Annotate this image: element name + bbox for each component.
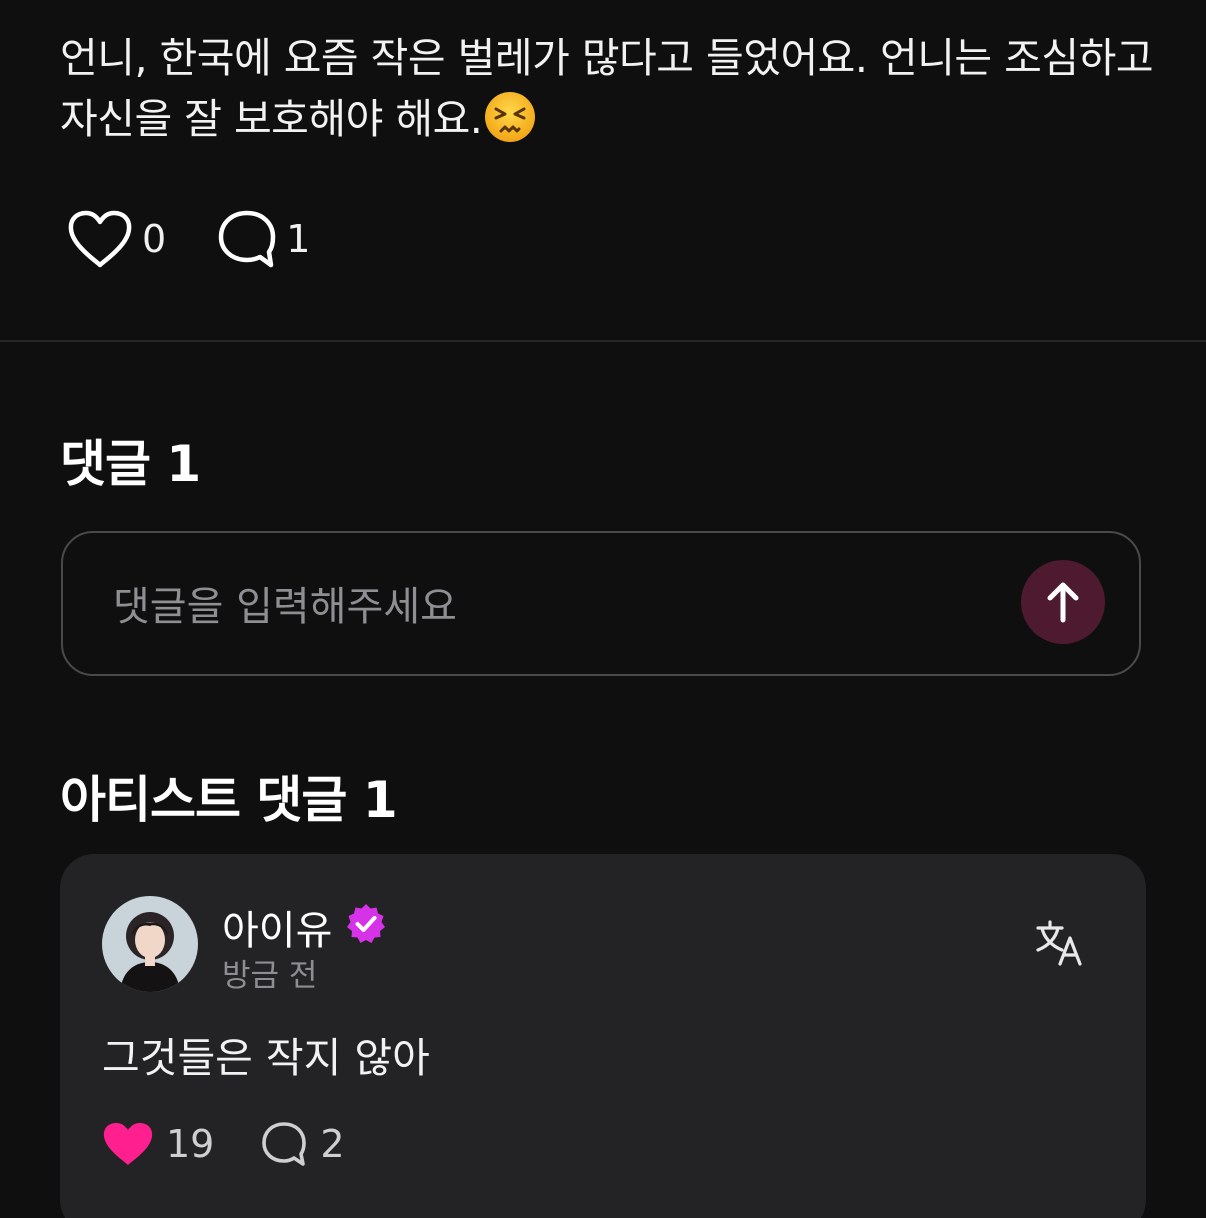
artist-reply-button[interactable]: 2 <box>260 1120 345 1168</box>
chat-bubble-icon <box>262 1122 307 1166</box>
translate-button[interactable] <box>1034 918 1086 970</box>
heart-outline-icon <box>68 210 132 268</box>
comment-input-box <box>61 531 1141 676</box>
section-divider <box>0 340 1206 342</box>
artist-comments-title: 아티스트 댓글 1 <box>60 771 398 829</box>
artist-like-count: 19 <box>166 1122 215 1166</box>
translate-icon <box>1036 920 1082 966</box>
comments-title: 댓글 1 <box>60 435 201 493</box>
post-actions: 0 1 <box>66 208 360 270</box>
avatar[interactable] <box>102 896 198 992</box>
artist-comment-text: 그것들은 작지 않아 <box>102 1034 430 1082</box>
send-button[interactable] <box>1021 560 1105 644</box>
post-text: 언니, 한국에 요즘 작은 벌레가 많다고 들었어요. 언니는 조심하고 자신을… <box>60 34 1154 143</box>
artist-name: 아이유 <box>222 908 333 954</box>
comment-count: 1 <box>286 217 311 261</box>
comment-input[interactable] <box>111 571 995 643</box>
comment-time: 방금 전 <box>222 958 318 994</box>
persevering-face-emoji <box>484 91 536 160</box>
verified-badge-icon <box>347 904 385 943</box>
arrow-up-icon <box>1047 582 1079 623</box>
comment-button[interactable]: 1 <box>216 208 310 270</box>
artist-like-button[interactable]: 19 <box>102 1121 214 1167</box>
post-body: 언니, 한국에 요즘 작은 벌레가 많다고 들었어요. 언니는 조심하고 자신을… <box>60 28 1160 160</box>
artist-comment-actions: 19 2 <box>102 1120 391 1168</box>
like-button[interactable]: 0 <box>66 209 166 269</box>
post-detail-page: 언니, 한국에 요즘 작은 벌레가 많다고 들었어요. 언니는 조심하고 자신을… <box>0 0 1206 1218</box>
like-count: 0 <box>142 217 167 261</box>
chat-bubble-icon <box>218 210 276 268</box>
artist-reply-count: 2 <box>320 1122 345 1166</box>
artist-comment-card: 아이유 방금 전 그것들은 작지 않아 19 2 <box>60 854 1146 1218</box>
heart-filled-icon <box>103 1123 153 1165</box>
